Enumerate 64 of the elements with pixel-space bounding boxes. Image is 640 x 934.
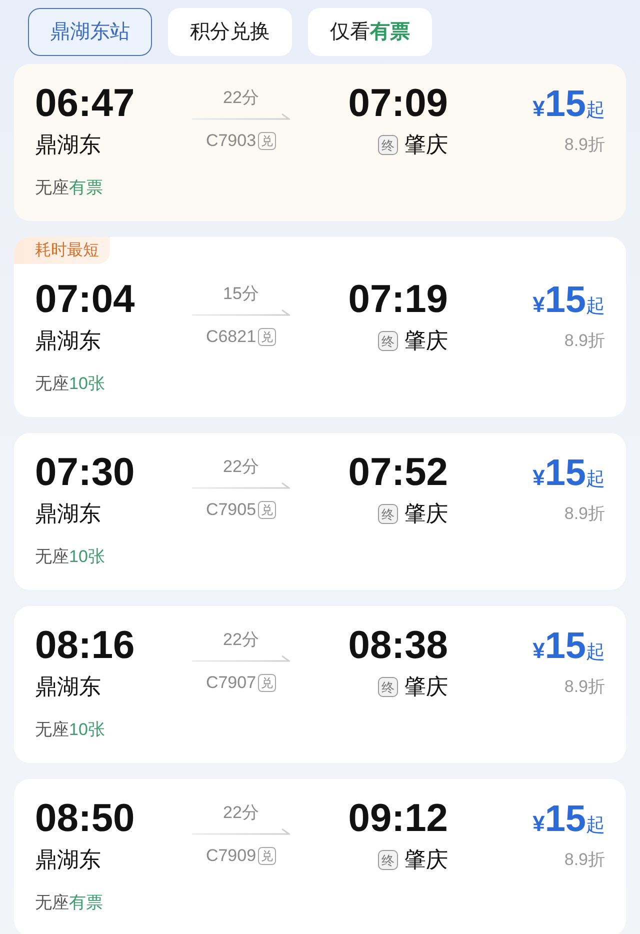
price-text: ¥15起: [532, 451, 605, 495]
arrival-station: 肇庆: [404, 846, 448, 874]
duration-text: 22分: [223, 87, 259, 109]
arrival-station: 肇庆: [404, 673, 448, 701]
departure-time: 07:30: [35, 451, 136, 495]
discount-text: 8.9折: [563, 849, 605, 871]
terminus-mark: 终: [378, 504, 398, 524]
train-number: C6821: [206, 326, 256, 348]
departure-time: 06:47: [35, 82, 136, 126]
price-text: ¥15起: [532, 624, 605, 668]
redeem-mark: 兑: [258, 328, 276, 346]
redeem-mark: 兑: [258, 847, 276, 865]
arrival-station: 肇庆: [404, 500, 448, 528]
filter-chip[interactable]: 鼎湖东站: [28, 8, 152, 56]
filter-chip[interactable]: 仅看有票: [308, 8, 432, 56]
discount-text: 8.9折: [563, 503, 605, 525]
departure-time: 08:50: [35, 797, 136, 841]
terminus-mark: 终: [378, 331, 398, 351]
discount-text: 8.9折: [563, 330, 605, 352]
redeem-mark: 兑: [258, 132, 276, 150]
departure-station: 鼎湖东: [35, 846, 102, 874]
duration-text: 22分: [223, 802, 259, 824]
arrival-time: 07:19: [347, 278, 448, 322]
redeem-mark: 兑: [258, 501, 276, 519]
departure-time: 08:16: [35, 624, 136, 668]
departure-station: 鼎湖东: [35, 673, 102, 701]
seat-availability: 无座10张: [35, 373, 105, 395]
train-number: C7907: [206, 672, 256, 694]
price-text: ¥15起: [532, 278, 605, 322]
departure-time: 07:04: [35, 278, 136, 322]
price-text: ¥15起: [532, 797, 605, 841]
discount-text: 8.9折: [563, 134, 605, 156]
discount-text: 8.9折: [563, 676, 605, 698]
duration-text: 22分: [223, 456, 259, 478]
seat-availability: 无座10张: [35, 719, 105, 741]
terminus-mark: 终: [378, 677, 398, 697]
arrival-time: 09:12: [347, 797, 448, 841]
arrival-station: 肇庆: [404, 131, 448, 159]
departure-station: 鼎湖东: [35, 327, 102, 355]
train-card[interactable]: 耗时最短 07:04 鼎湖东 15分 C6821 兑 07:19 终 肇庆 ¥15起 8.9折 无座10张: [14, 237, 626, 417]
train-number: C7903: [206, 130, 256, 152]
arrival-station: 肇庆: [404, 327, 448, 355]
terminus-mark: 终: [378, 135, 398, 155]
seat-availability: 无座有票: [35, 892, 103, 914]
seat-availability: 无座有票: [35, 177, 103, 199]
train-card[interactable]: 07:30 鼎湖东 22分 C7905 兑 07:52 终 肇庆 ¥15起 8.9折 无座10张: [14, 433, 626, 590]
duration-text: 15分: [223, 283, 259, 305]
terminus-mark: 终: [378, 850, 398, 870]
arrival-time: 07:52: [347, 451, 448, 495]
filter-chip[interactable]: 积分兑换: [168, 8, 292, 56]
train-card[interactable]: 06:47 鼎湖东 22分 C7903 兑 07:09 终 肇庆 ¥15起 8.9折 无座有票: [14, 64, 626, 221]
departure-station: 鼎湖东: [35, 500, 102, 528]
train-number: C7909: [206, 845, 256, 867]
train-card[interactable]: 08:16 鼎湖东 22分 C7907 兑 08:38 终 肇庆 ¥15起 8.9折 无座10张: [14, 606, 626, 763]
arrival-time: 07:09: [347, 82, 448, 126]
duration-text: 22分: [223, 629, 259, 651]
train-number: C7905: [206, 499, 256, 521]
arrival-time: 08:38: [347, 624, 448, 668]
departure-station: 鼎湖东: [35, 131, 102, 159]
redeem-mark: 兑: [258, 674, 276, 692]
seat-availability: 无座10张: [35, 546, 105, 568]
train-card[interactable]: 08:50 鼎湖东 22分 C7909 兑 09:12 终 肇庆 ¥15起 8.9折 无座有票: [14, 779, 626, 934]
price-text: ¥15起: [532, 82, 605, 126]
fastest-tag: 耗时最短: [14, 237, 110, 264]
